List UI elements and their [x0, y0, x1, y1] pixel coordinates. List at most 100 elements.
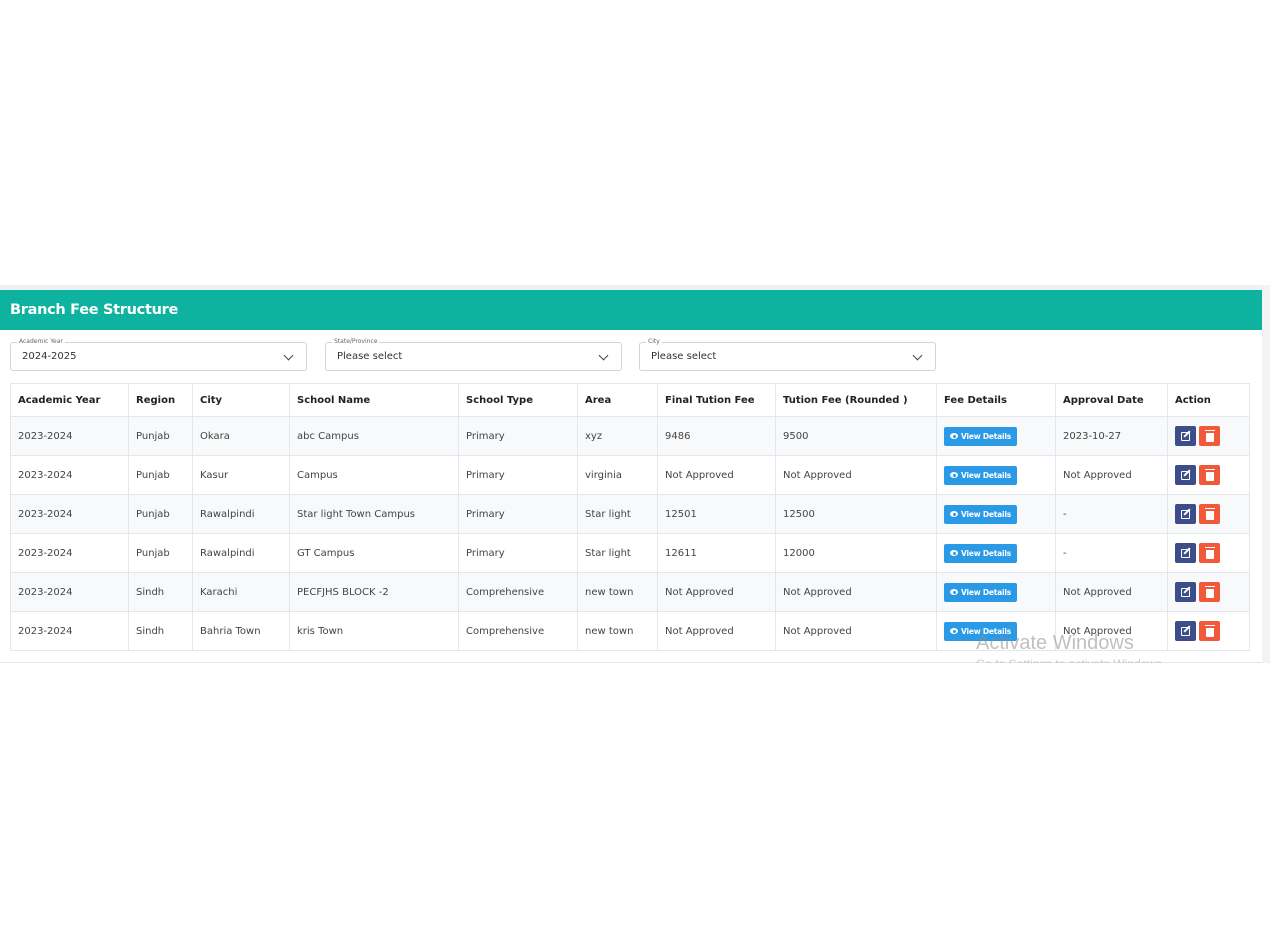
cell-school-name: GT Campus — [289, 533, 459, 573]
cell-final-fee: 12611 — [657, 533, 776, 573]
cell-school-name: kris Town — [289, 611, 459, 651]
view-details-label: View Details — [961, 431, 1012, 441]
edit-icon — [1181, 626, 1190, 636]
academic-year-legend: Academic Year — [17, 338, 65, 346]
trash-icon — [1204, 624, 1215, 637]
fee-table-wrapper: Academic Year Region City School Name Sc… — [10, 383, 1250, 651]
column-header-school-type[interactable]: School Type — [458, 383, 578, 417]
cell-city: Kasur — [192, 455, 290, 495]
cell-academic-year: 2023-2024 — [10, 494, 129, 534]
column-header-school-name[interactable]: School Name — [289, 383, 459, 417]
cell-fee-details: View Details — [936, 533, 1056, 573]
cell-approval-date: 2023-10-27 — [1055, 416, 1168, 456]
edit-icon — [1181, 431, 1190, 441]
edit-icon — [1181, 548, 1190, 558]
cell-action — [1167, 494, 1250, 534]
fee-structure-card: Branch Fee Structure Academic Year 2024-… — [0, 285, 1270, 663]
cell-rounded-fee: Not Approved — [775, 611, 937, 651]
cell-area: virginia — [577, 455, 658, 495]
state-province-select[interactable]: State/Province Please select — [325, 338, 622, 371]
cell-area: Star light — [577, 533, 658, 573]
delete-button[interactable] — [1199, 582, 1220, 602]
cell-fee-details: View Details — [936, 455, 1056, 495]
city-value: Please select — [651, 351, 717, 362]
cell-final-fee: Not Approved — [657, 572, 776, 612]
table-row: 2023-2024 Sindh Karachi PECFJHS BLOCK -2… — [10, 572, 1250, 612]
fee-table: Academic Year Region City School Name Sc… — [10, 383, 1250, 651]
cell-rounded-fee: 12000 — [775, 533, 937, 573]
cell-academic-year: 2023-2024 — [10, 533, 129, 573]
cell-region: Punjab — [128, 494, 193, 534]
view-details-button[interactable]: View Details — [944, 504, 1018, 524]
delete-button[interactable] — [1199, 543, 1220, 563]
card-header: Branch Fee Structure — [0, 290, 1262, 330]
scroll-gutter — [1262, 285, 1270, 663]
column-header-city[interactable]: City — [192, 383, 290, 417]
edit-button[interactable] — [1175, 582, 1196, 602]
eye-icon — [950, 628, 958, 634]
edit-button[interactable] — [1175, 426, 1196, 446]
cell-region: Punjab — [128, 416, 193, 456]
cell-city: Rawalpindi — [192, 533, 290, 573]
view-details-label: View Details — [961, 470, 1012, 480]
table-row: 2023-2024 Punjab Rawalpindi Star light T… — [10, 494, 1250, 534]
delete-button[interactable] — [1199, 465, 1220, 485]
column-header-rounded-fee[interactable]: Tution Fee (Rounded ) — [775, 383, 937, 417]
cell-school-type: Comprehensive — [458, 572, 578, 612]
cell-area: new town — [577, 572, 658, 612]
edit-icon — [1181, 587, 1190, 597]
delete-button[interactable] — [1199, 504, 1220, 524]
edit-button[interactable] — [1175, 543, 1196, 563]
cell-area: xyz — [577, 416, 658, 456]
cell-school-type: Primary — [458, 455, 578, 495]
cell-academic-year: 2023-2024 — [10, 572, 129, 612]
cell-final-fee: Not Approved — [657, 455, 776, 495]
view-details-button[interactable]: View Details — [944, 543, 1018, 563]
cell-city: Bahria Town — [192, 611, 290, 651]
column-header-academic-year[interactable]: Academic Year — [10, 383, 129, 417]
cell-academic-year: 2023-2024 — [10, 611, 129, 651]
cell-school-name: Campus — [289, 455, 459, 495]
view-details-button[interactable]: View Details — [944, 465, 1018, 485]
state-province-legend: State/Province — [332, 338, 380, 346]
view-details-button[interactable]: View Details — [944, 582, 1018, 602]
cell-area: Star light — [577, 494, 658, 534]
cell-city: Karachi — [192, 572, 290, 612]
column-header-region[interactable]: Region — [128, 383, 193, 417]
trash-icon — [1204, 429, 1215, 442]
page-title: Branch Fee Structure — [10, 302, 178, 318]
cell-final-fee: Not Approved — [657, 611, 776, 651]
trash-icon — [1204, 585, 1215, 598]
cell-city: Rawalpindi — [192, 494, 290, 534]
delete-button[interactable] — [1199, 621, 1220, 641]
delete-button[interactable] — [1199, 426, 1220, 446]
edit-button[interactable] — [1175, 504, 1196, 524]
cell-school-type: Comprehensive — [458, 611, 578, 651]
view-details-label: View Details — [961, 548, 1012, 558]
cell-fee-details: View Details — [936, 494, 1056, 534]
column-header-area[interactable]: Area — [577, 383, 658, 417]
cell-final-fee: 9486 — [657, 416, 776, 456]
cell-action — [1167, 455, 1250, 495]
cell-rounded-fee: Not Approved — [775, 455, 937, 495]
chevron-down-icon — [283, 350, 294, 361]
view-details-button[interactable]: View Details — [944, 426, 1018, 446]
eye-icon — [950, 472, 958, 478]
academic-year-value: 2024-2025 — [22, 351, 77, 362]
cell-academic-year: 2023-2024 — [10, 416, 129, 456]
eye-icon — [950, 511, 958, 517]
edit-button[interactable] — [1175, 465, 1196, 485]
activate-windows-watermark: Activate Windows — [976, 632, 1134, 654]
table-row: 2023-2024 Punjab Kasur Campus Primary vi… — [10, 455, 1250, 495]
city-select[interactable]: City Please select — [639, 338, 936, 371]
column-header-final-fee[interactable]: Final Tution Fee — [657, 383, 776, 417]
cell-approval-date: - — [1055, 533, 1168, 573]
academic-year-select[interactable]: Academic Year 2024-2025 — [10, 338, 307, 371]
cell-school-type: Primary — [458, 494, 578, 534]
state-province-value: Please select — [337, 351, 403, 362]
cell-rounded-fee: Not Approved — [775, 572, 937, 612]
edit-button[interactable] — [1175, 621, 1196, 641]
column-header-approval-date[interactable]: Approval Date — [1055, 383, 1168, 417]
cell-region: Punjab — [128, 533, 193, 573]
trash-icon — [1204, 546, 1215, 559]
